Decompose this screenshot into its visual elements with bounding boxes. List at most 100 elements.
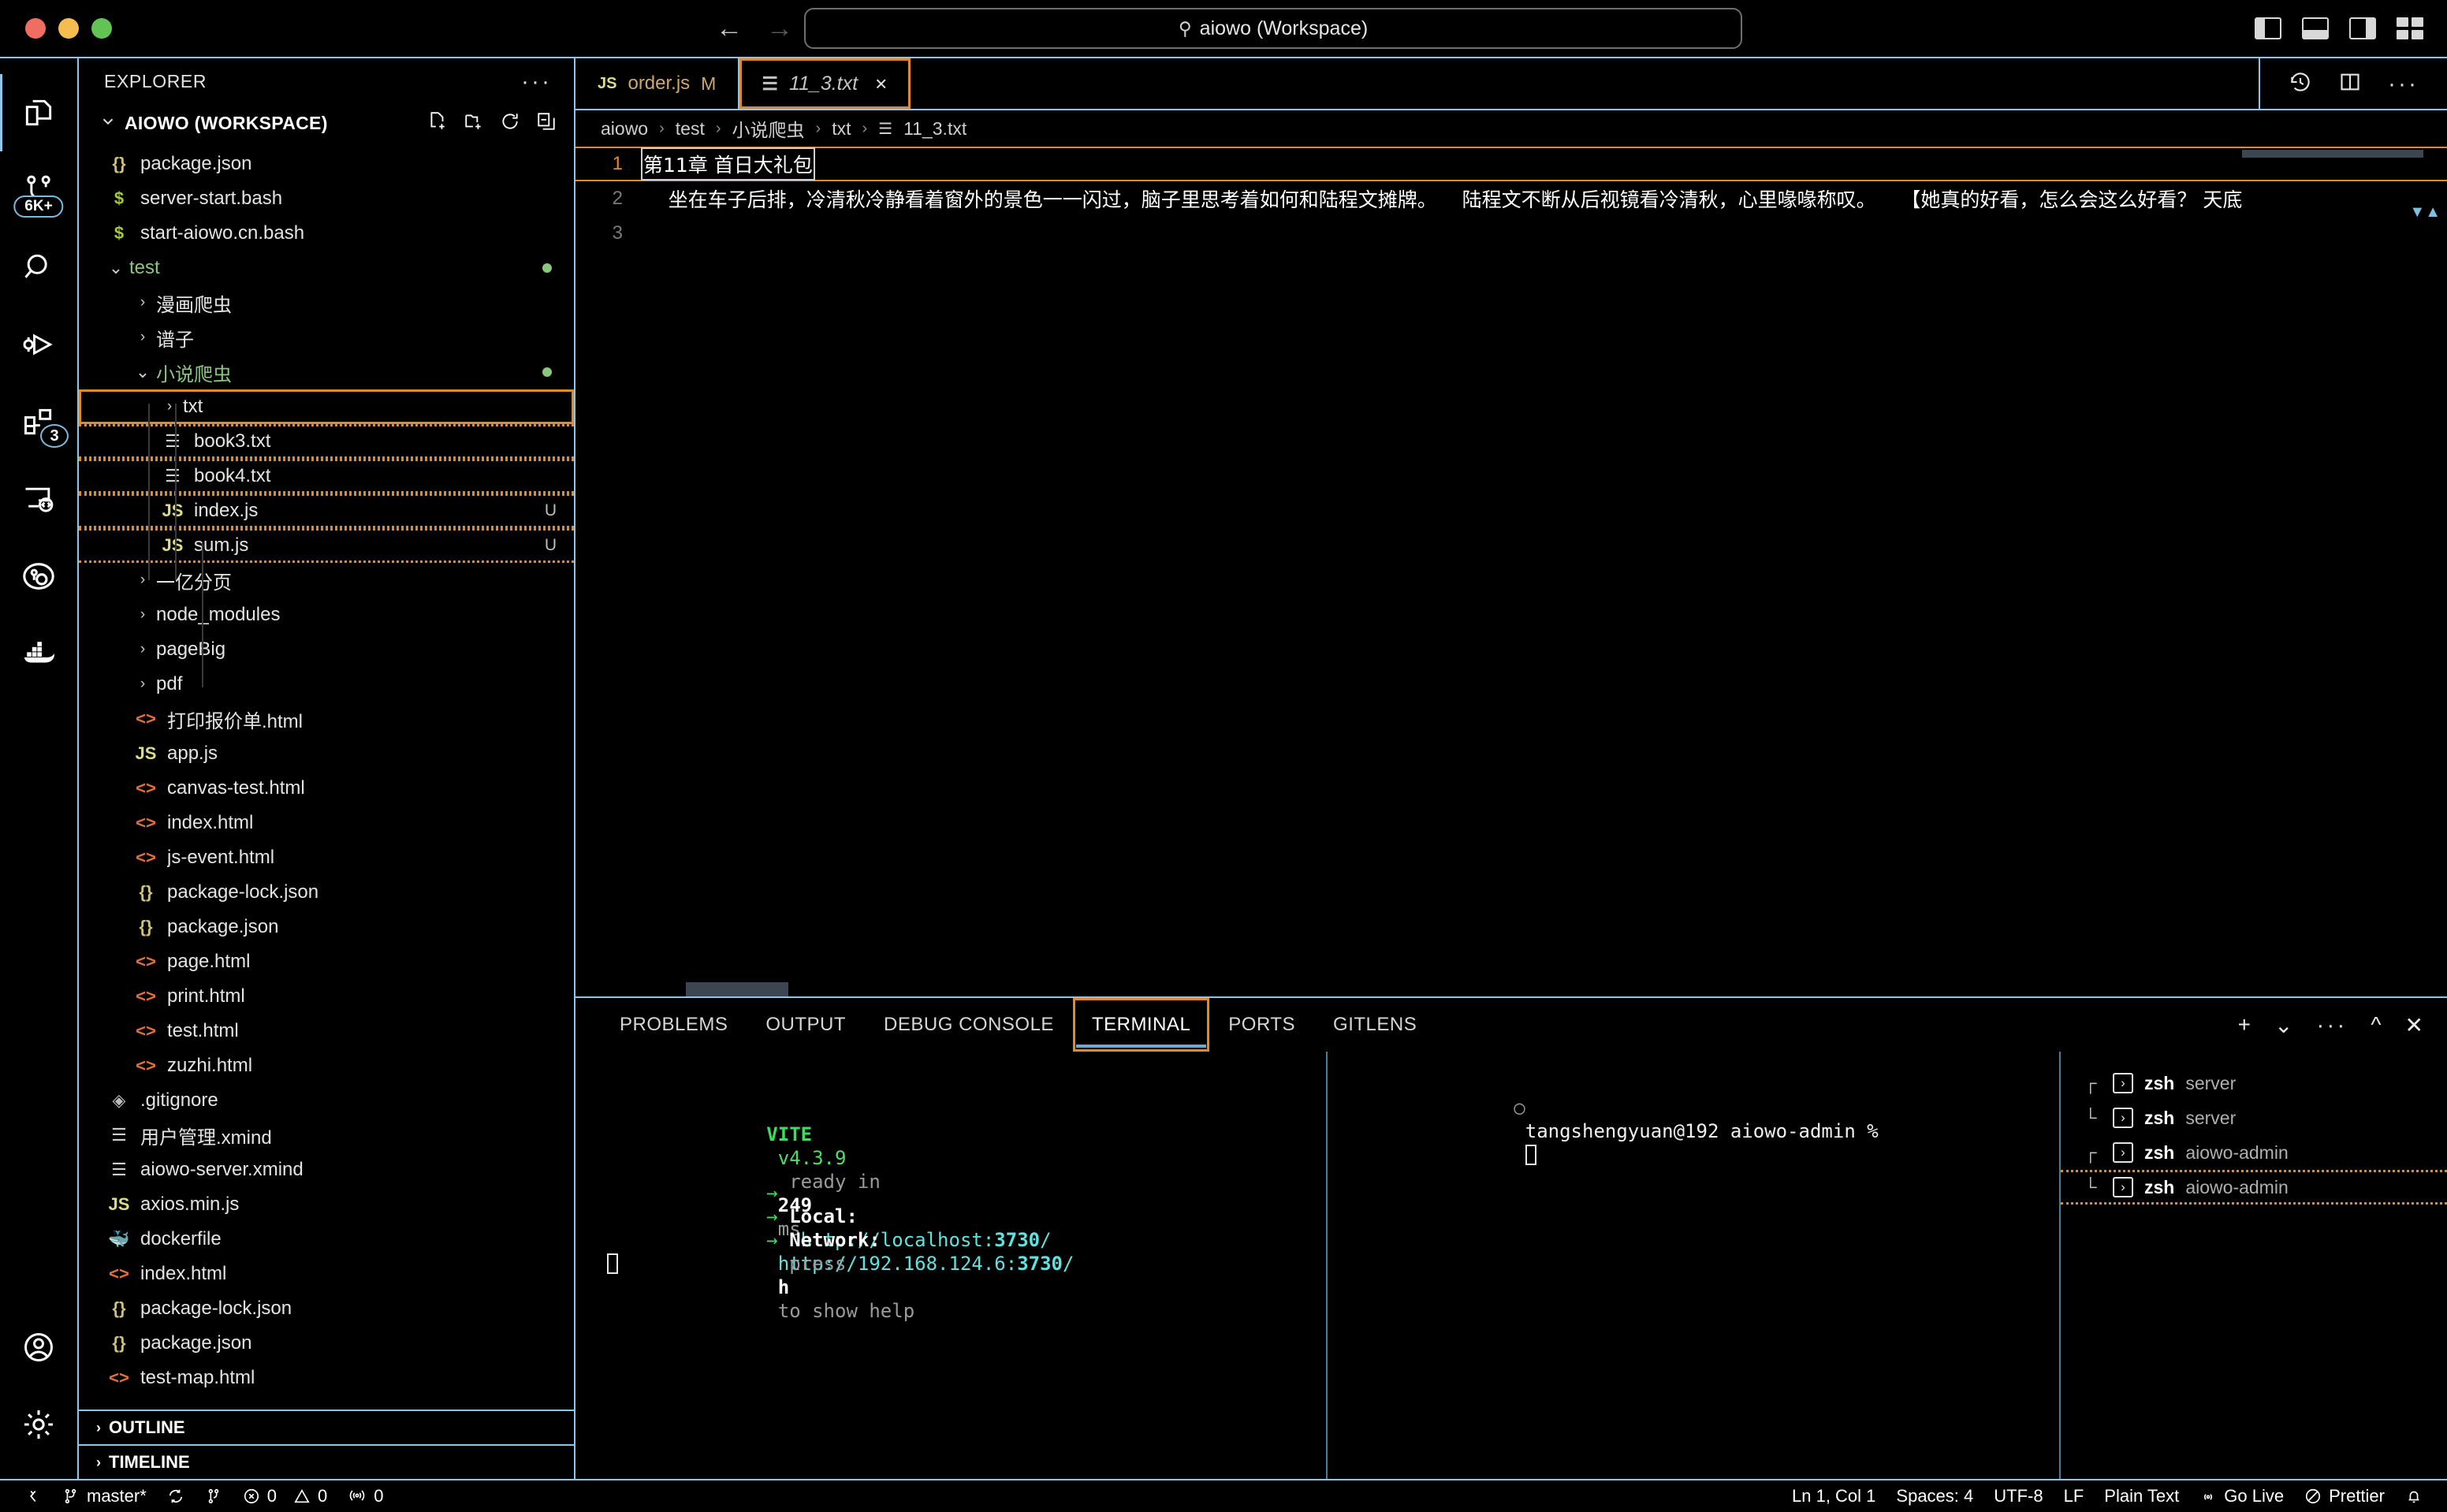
activity-item-docker[interactable] xyxy=(0,615,78,692)
activity-item-explorer[interactable] xyxy=(0,74,78,151)
chevron-right-icon[interactable]: › xyxy=(132,676,153,693)
tree-file[interactable]: <> js-event.html xyxy=(79,840,574,875)
go-forward-icon[interactable]: → xyxy=(766,15,793,42)
tree-file[interactable]: <> print.html xyxy=(79,979,574,1014)
new-file-icon[interactable] xyxy=(427,111,448,136)
tree-file[interactable]: {} package.json xyxy=(79,910,574,944)
tree-file[interactable]: $ server-start.bash xyxy=(79,181,574,216)
breadcrumb[interactable]: aiowo › test › 小说爬虫 › txt › ☰ 11_3.txt xyxy=(575,110,2447,147)
status-sync-changes[interactable] xyxy=(157,1480,195,1512)
file-tree[interactable]: {} package.json $ server-start.bash $ start-a… xyxy=(79,142,574,1410)
chevron-right-icon[interactable]: › xyxy=(159,398,180,415)
tree-file[interactable]: <> index.html xyxy=(79,806,574,840)
minimap-slider[interactable] xyxy=(2242,150,2423,158)
activity-item-accounts[interactable] xyxy=(0,1309,78,1386)
panel-resize-handle[interactable] xyxy=(686,982,788,996)
tree-folder[interactable]: › 谱子 xyxy=(79,320,574,355)
activity-item-run-and-debug[interactable] xyxy=(0,306,78,383)
breadcrumb-item[interactable]: 11_3.txt xyxy=(903,118,967,140)
tree-folder[interactable]: › 一亿分页 xyxy=(79,563,574,598)
breadcrumb-item[interactable]: txt xyxy=(832,118,851,140)
chevron-down-icon[interactable] xyxy=(99,113,117,134)
tree-file[interactable]: JS sum.js U xyxy=(79,528,574,563)
editor-tab-order-js[interactable]: JS order.js M xyxy=(575,58,740,109)
status-remote-indicator[interactable] xyxy=(14,1480,52,1512)
breadcrumb-item[interactable]: 小说爬虫 xyxy=(732,115,805,142)
collapse-all-icon[interactable] xyxy=(536,111,557,136)
editor-line[interactable]: 3 xyxy=(575,216,2447,251)
status-git-fork[interactable] xyxy=(195,1480,233,1512)
tree-file[interactable]: $ start-aiowo.cn.bash xyxy=(79,216,574,251)
editor-tab-11-3-txt[interactable]: ☰ 11_3.txt × xyxy=(739,58,911,109)
close-panel-icon[interactable]: ✕ xyxy=(2405,1012,2423,1038)
terminal-list-item[interactable]: └ › zsh aiowo-admin xyxy=(2061,1170,2447,1205)
chevron-right-icon[interactable]: › xyxy=(132,329,153,346)
network-port[interactable]: 3730 xyxy=(1017,1253,1063,1275)
local-port[interactable]: 3730 xyxy=(994,1229,1040,1251)
refresh-icon[interactable] xyxy=(500,111,520,136)
status-git-branch[interactable]: master* xyxy=(52,1480,157,1512)
chevron-right-icon[interactable]: › xyxy=(132,606,153,624)
terminal-instance-vite[interactable]: VITE v4.3.9 ready in 249 ms → Local: htt… xyxy=(575,1052,1328,1479)
panel-tab-terminal[interactable]: TERMINAL xyxy=(1072,998,1210,1052)
panel-tab-gitlens[interactable]: GITLENS xyxy=(1314,998,1436,1052)
chevron-right-icon[interactable]: › xyxy=(132,572,153,589)
status-prettier[interactable]: Prettier xyxy=(2294,1486,2395,1506)
activity-item-settings[interactable] xyxy=(0,1386,78,1463)
editor-fold-icon[interactable]: ▼▲ xyxy=(2409,203,2441,222)
breadcrumb-item[interactable]: test xyxy=(676,118,705,140)
status-cursor-position[interactable]: Ln 1, Col 1 xyxy=(1782,1486,1886,1506)
panel-tab-debug-console[interactable]: DEBUG CONSOLE xyxy=(865,998,1073,1052)
status-language-mode[interactable]: Plain Text xyxy=(2094,1486,2189,1506)
editor-line[interactable]: 2 坐在车子后排，冷清秋冷静看着窗外的景色一一闪过，脑子里思考着如何和陆程文摊牌… xyxy=(575,181,2447,216)
tree-folder[interactable]: › pdf xyxy=(79,667,574,702)
tree-file[interactable]: JS index.js U xyxy=(79,493,574,528)
section-timeline[interactable]: › TIMELINE xyxy=(79,1444,574,1479)
section-outline[interactable]: › OUTLINE xyxy=(79,1410,574,1444)
chevron-right-icon[interactable]: › xyxy=(132,294,153,311)
minimize-window-button[interactable] xyxy=(58,18,79,39)
toggle-secondary-sidebar-icon[interactable] xyxy=(2349,17,2376,39)
customize-layout-icon[interactable] xyxy=(2397,17,2423,39)
tree-folder[interactable]: › txt xyxy=(79,389,574,424)
terminal-instance-aiowo-admin[interactable]: ○ tangshengyuan@192 aiowo-admin % xyxy=(1328,1052,2061,1479)
status-eol[interactable]: LF xyxy=(2054,1486,2095,1506)
workspace-root-row[interactable]: AIOWO (WORKSPACE) xyxy=(79,104,574,142)
tree-file[interactable]: {} package.json xyxy=(79,147,574,181)
add-terminal-icon[interactable]: + xyxy=(2238,1012,2251,1037)
toggle-primary-sidebar-icon[interactable] xyxy=(2255,17,2281,39)
tree-file[interactable]: JS axios.min.js xyxy=(79,1187,574,1222)
close-window-button[interactable] xyxy=(25,18,46,39)
status-indentation[interactable]: Spaces: 4 xyxy=(1886,1486,1983,1506)
command-center-search[interactable]: ⚲ aiowo (Workspace) xyxy=(804,8,1742,49)
status-ports[interactable]: 0 xyxy=(337,1480,393,1512)
chevron-right-icon[interactable]: › xyxy=(132,641,153,658)
tree-folder[interactable]: › node_modules xyxy=(79,598,574,632)
tree-file[interactable]: ◈ .gitignore xyxy=(79,1083,574,1118)
activity-item-gitlens[interactable] xyxy=(0,538,78,615)
panel-tab-problems[interactable]: PROBLEMS xyxy=(601,998,747,1052)
tree-file[interactable]: {} package.json xyxy=(79,1326,574,1361)
activity-item-source-control[interactable]: 6K+ xyxy=(0,151,78,229)
tree-file[interactable]: ☰ aiowo-server.xmind xyxy=(79,1153,574,1187)
panel-tab-ports[interactable]: PORTS xyxy=(1209,998,1314,1052)
terminal-list-item[interactable]: ┌ › zsh aiowo-admin xyxy=(2061,1135,2447,1170)
tree-file[interactable]: <> page.html xyxy=(79,944,574,979)
tree-file[interactable]: <> test-map.html xyxy=(79,1361,574,1395)
local-url-suffix[interactable]: / xyxy=(1040,1229,1051,1251)
breadcrumb-item[interactable]: aiowo xyxy=(601,118,648,140)
network-url-suffix[interactable]: / xyxy=(1063,1253,1074,1275)
chevron-down-icon[interactable]: ⌄ xyxy=(2274,1012,2292,1038)
tree-file[interactable]: <> test.html xyxy=(79,1014,574,1048)
tree-file[interactable]: {} package-lock.json xyxy=(79,875,574,910)
status-problems[interactable]: 0 0 xyxy=(233,1480,338,1512)
status-notifications[interactable] xyxy=(2395,1488,2433,1505)
explorer-more-actions-icon[interactable]: ··· xyxy=(521,69,552,93)
tree-folder[interactable]: › 漫画爬虫 xyxy=(79,285,574,320)
new-folder-icon[interactable] xyxy=(464,111,484,136)
tree-file[interactable]: 🐳 dockerfile xyxy=(79,1222,574,1257)
tree-folder[interactable]: ⌄ 小说爬虫 xyxy=(79,355,574,389)
close-tab-icon[interactable]: × xyxy=(875,72,887,96)
split-editor-icon[interactable] xyxy=(2339,71,2361,97)
tree-file[interactable]: ☰ book4.txt xyxy=(79,459,574,493)
